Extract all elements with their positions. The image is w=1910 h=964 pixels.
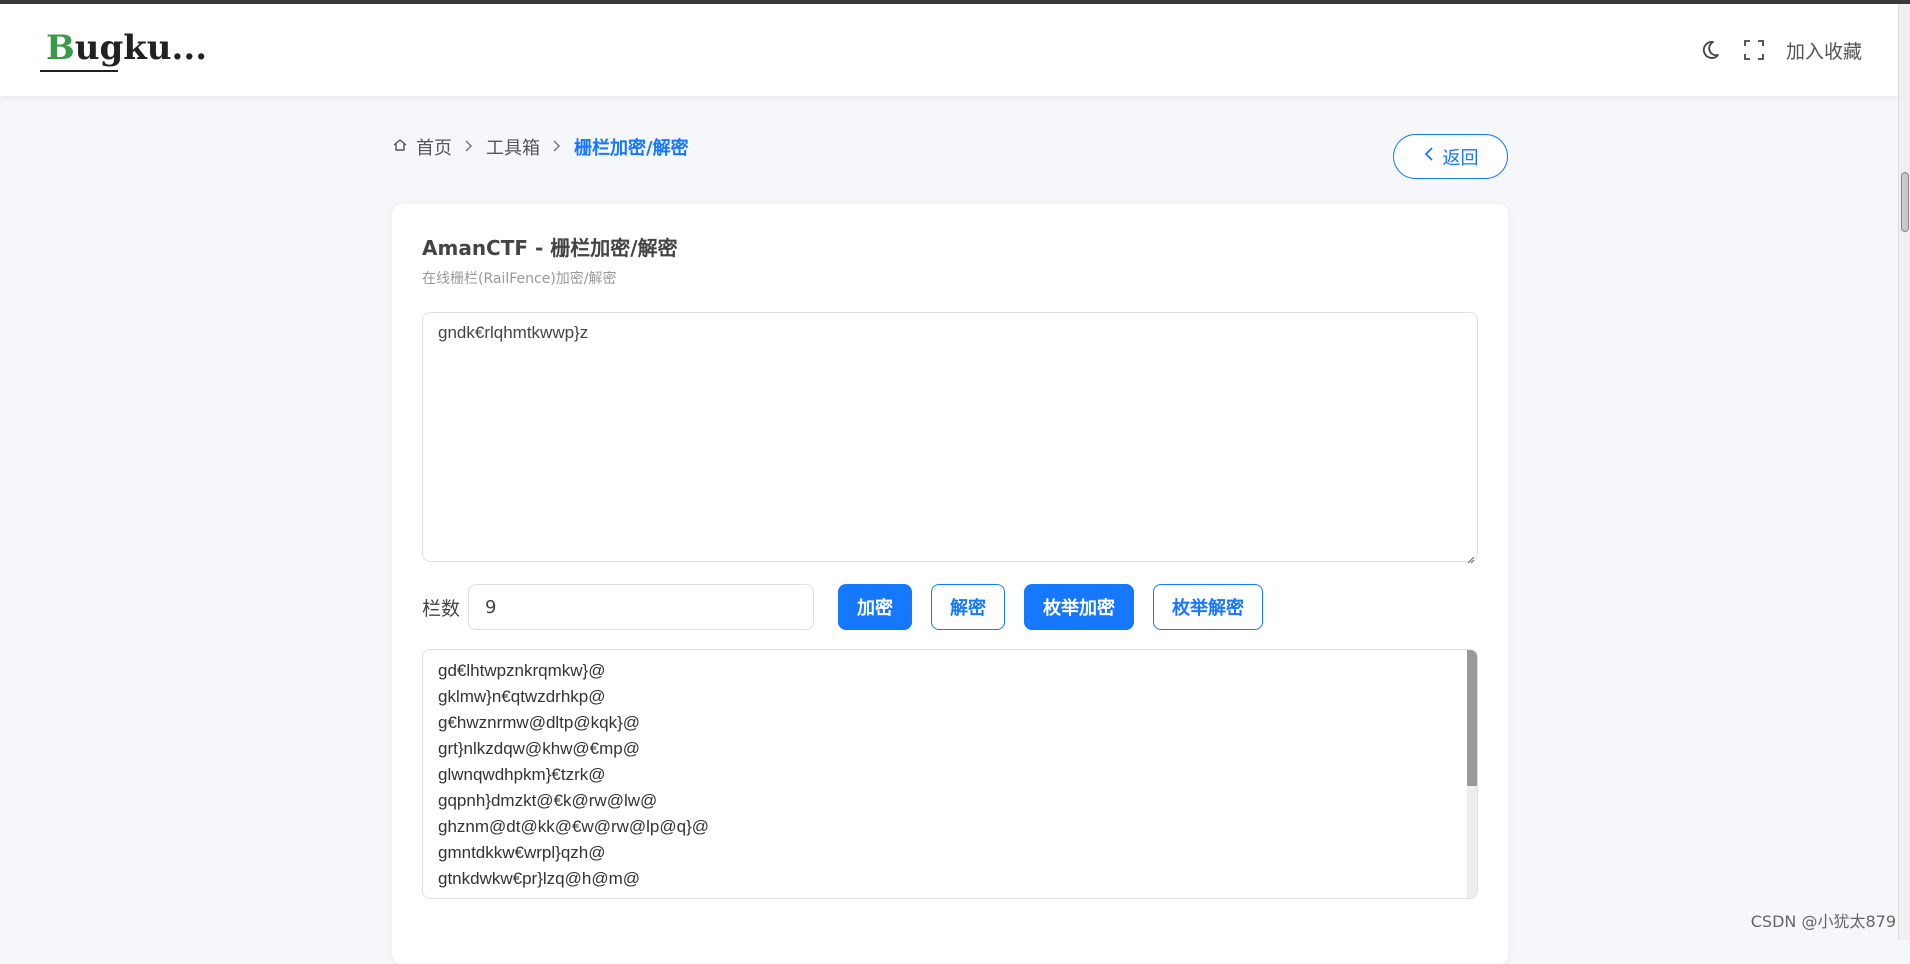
card-title: AmanCTF - 栅栏加密/解密 (422, 236, 678, 260)
bugku-logo[interactable]: Bugku... (38, 26, 207, 78)
breadcrumb: 首页 工具箱 栅栏加密/解密 (392, 134, 689, 160)
rails-value: 9 (485, 596, 497, 618)
watermark: CSDN @小犹太879 (1750, 912, 1896, 931)
rails-label: 栏数 (422, 597, 461, 620)
card-subtitle: 在线栅栏(RailFence)加密/解密 (422, 271, 617, 287)
rails-row: 栏数 9 加密 解密 枚举加密 枚举解密 (422, 584, 1264, 630)
output-line: ghznm@dt@kk@€w@rw@lp@q}@ (438, 817, 710, 836)
output-line: glwnqwdhpkm}€tzrk@ (438, 765, 606, 784)
encrypt-button[interactable]: 加密 (838, 584, 913, 630)
back-button[interactable]: 返回 (1393, 134, 1508, 179)
add-favorite-link[interactable]: 加入收藏 (1786, 37, 1862, 64)
top-header: Bugku... 加入收藏 (0, 4, 1898, 96)
output-scrollbar[interactable] (1467, 650, 1477, 898)
decrypt-button[interactable]: 解密 (931, 584, 1006, 630)
chevron-right-icon (464, 137, 474, 158)
logo-underline (40, 70, 118, 72)
output-line: gtnkdwkw€pr}lzq@h@m@ (438, 869, 641, 888)
resize-handle-icon[interactable] (1465, 549, 1475, 564)
logo-text: Bugku... (46, 28, 208, 68)
output-line: gmntdkkw€wrpl}qzh@ (438, 843, 606, 862)
output-textarea[interactable]: gd€lhtwpznkrqmkw}@ gklmw}n€qtwzdrhkp@ g€… (422, 649, 1478, 899)
breadcrumb-home[interactable]: 首页 (416, 134, 452, 160)
chevron-right-icon (552, 137, 562, 158)
page-scroll-thumb[interactable] (1901, 172, 1909, 232)
home-icon (392, 137, 408, 158)
fullscreen-icon[interactable] (1742, 38, 1766, 62)
breadcrumb-current: 栅栏加密/解密 (574, 138, 689, 159)
header-actions: 加入收藏 (1698, 34, 1862, 66)
moon-icon[interactable] (1698, 38, 1722, 62)
chevron-left-icon (1423, 146, 1435, 167)
rails-input[interactable]: 9 (468, 584, 815, 630)
back-label: 返回 (1442, 147, 1479, 169)
tool-card: AmanCTF - 栅栏加密/解密 在线栅栏(RailFence)加密/解密 g… (392, 204, 1508, 964)
page-scrollbar[interactable] (1898, 4, 1910, 940)
breadcrumb-toolbox[interactable]: 工具箱 (486, 134, 540, 160)
output-line: gklmw}n€qtwzdrhkp@ (438, 687, 606, 706)
output-line: grt}nlkzdqw@khw@€mp@ (438, 739, 641, 758)
input-text: gndk€rlqhmtkwwp}z (438, 323, 589, 342)
output-line: g€hwznrmw@dltp@kqk}@ (438, 713, 641, 732)
enum-decrypt-button[interactable]: 枚举解密 (1153, 584, 1264, 630)
output-scroll-thumb[interactable] (1467, 650, 1477, 786)
output-line: gqpnh}dmzkt@€k@rw@lw@ (438, 791, 658, 810)
plaintext-input[interactable]: gndk€rlqhmtkwwp}z (422, 312, 1478, 564)
output-line: gd€lhtwpznkrqmkw}@ (438, 661, 606, 680)
enum-encrypt-button[interactable]: 枚举加密 (1024, 584, 1135, 630)
app-window: Bugku... 加入收藏 首页 工具箱 栅栏加密/解密 返回 AmanCTF … (0, 0, 1910, 964)
